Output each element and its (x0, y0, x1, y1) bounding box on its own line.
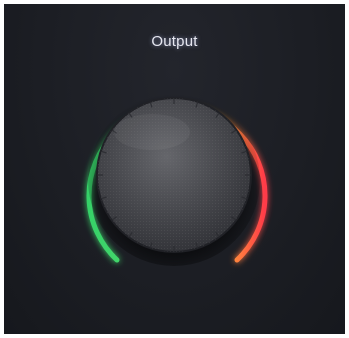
output-knob-assembly (86, 94, 268, 266)
knob-highlight (114, 114, 190, 150)
device-panel: Output (4, 4, 345, 334)
